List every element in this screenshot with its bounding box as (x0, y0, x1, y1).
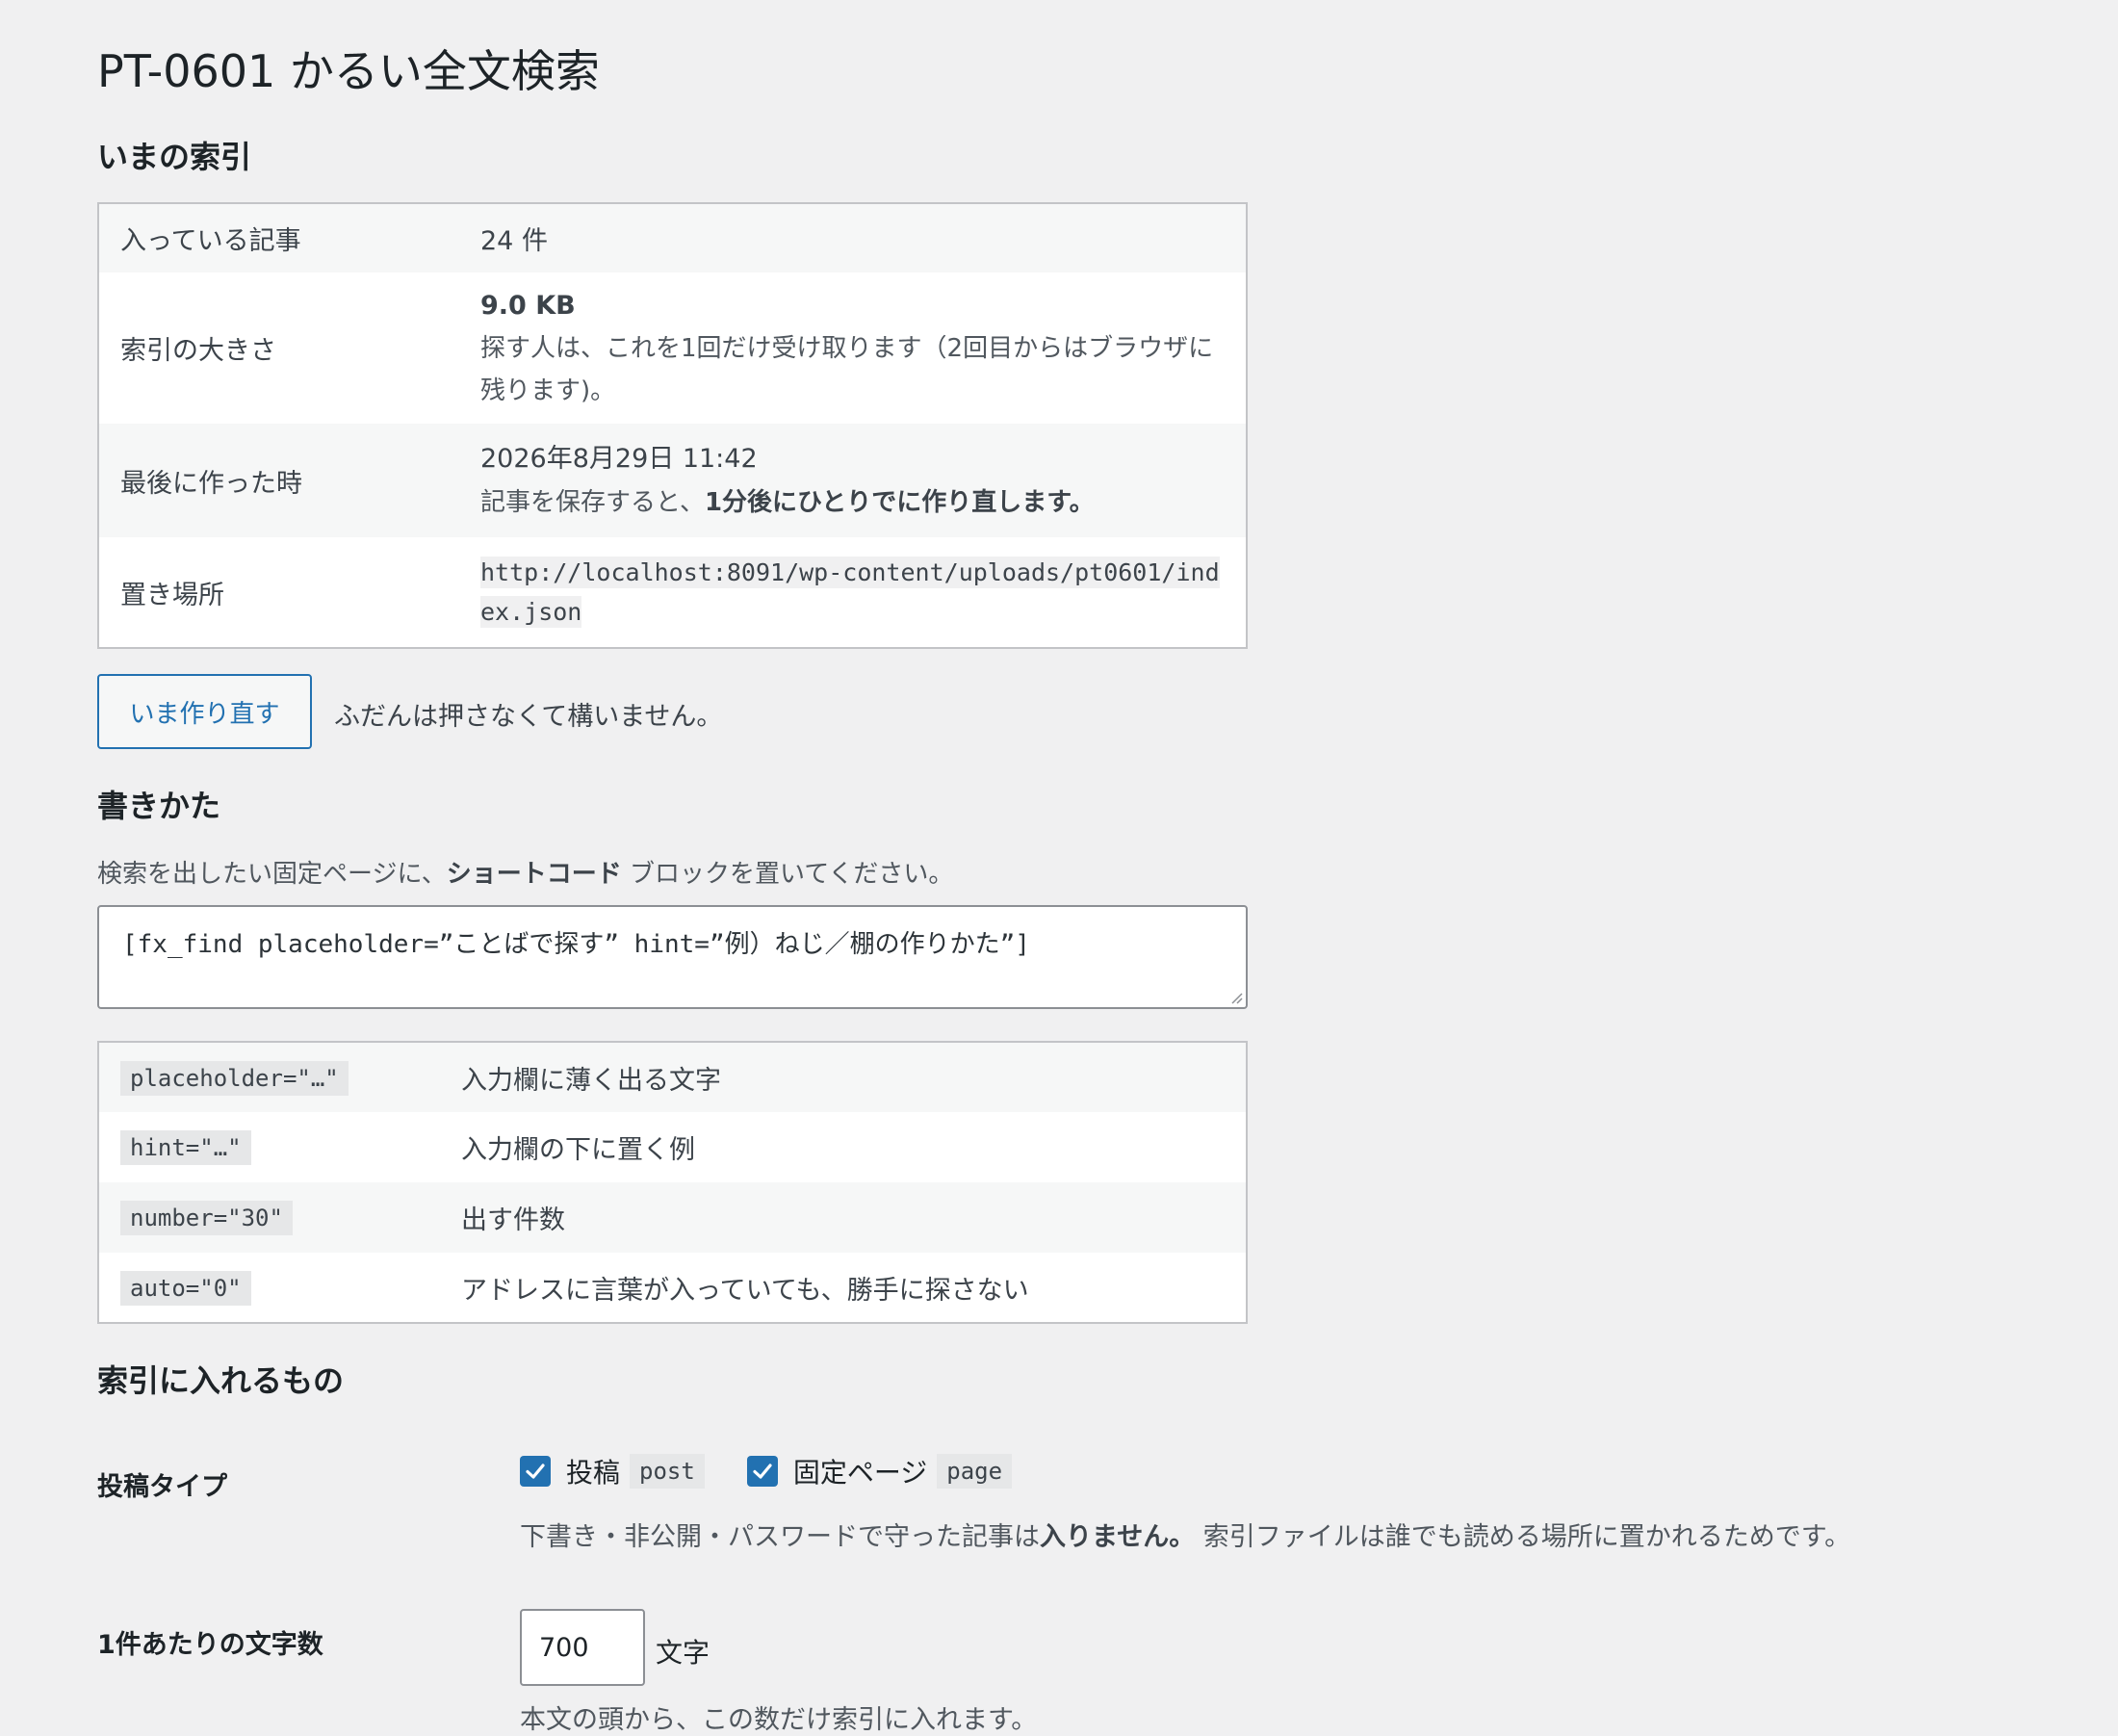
index-size-note: 探す人は、これを1回だけ受け取ります（2回目からはブラウザに残ります)。 (480, 333, 1214, 405)
index-size: 9.0 KB (480, 290, 576, 321)
param-code: number="30" (120, 1201, 293, 1235)
checkbox-post[interactable] (520, 1456, 551, 1487)
usage-heading: 書きかた (97, 788, 221, 824)
rebuild-schedule-note: 記事を保存すると、1分後にひとりでに作り直します。 (480, 488, 1095, 517)
param-desc: アドレスに言葉が入っていても、勝手に探さない (461, 1275, 1029, 1306)
param-desc: 入力欄に薄く出る文字 (440, 1042, 1247, 1112)
page-title: PT-0601 かるい全文検索 (97, 45, 600, 97)
post-types-options: 投稿 post 固定ページ page (520, 1452, 1013, 1490)
checkbox-page[interactable] (746, 1456, 778, 1487)
param-code: placeholder="…" (120, 1060, 349, 1096)
post-type-code: page (937, 1454, 1013, 1489)
chars-label: 1件あたりの文字数 (97, 1630, 323, 1660)
row-label-built: 最後に作った時 (98, 424, 459, 537)
index-file-url: http://localhost:8091/wp-content/uploads… (480, 557, 1220, 628)
post-type-label: 投稿 (566, 1457, 621, 1489)
post-type-code: post (630, 1454, 705, 1489)
param-desc: 入力欄の下に置く例 (461, 1135, 695, 1165)
resize-grip-icon[interactable] (1229, 991, 1243, 1004)
chars-per-item-input[interactable]: 700 (520, 1609, 645, 1686)
shortcode-params-table: placeholder="…" 入力欄に薄く出る文字 hint="…" 入力欄の… (97, 1041, 1248, 1324)
table-row: placeholder="…" 入力欄に薄く出る文字 (98, 1042, 1247, 1112)
table-row: 索引の大きさ 9.0 KB 探す人は、これを1回だけ受け取ります（2回目からはブ… (98, 272, 1247, 424)
content-heading: 索引に入れるもの (97, 1362, 345, 1399)
row-label-size: 索引の大きさ (120, 336, 276, 366)
rebuild-note: ふだんは押さなくて構いません。 (334, 702, 723, 732)
rebuild-now-button[interactable]: いま作り直す (97, 674, 312, 749)
index-status-table: 入っている記事 24 件 索引の大きさ 9.0 KB 探す人は、これを1回だけ受… (97, 202, 1248, 649)
table-row: number="30" 出す件数 (98, 1182, 1247, 1253)
table-row: 最後に作った時 2026年8月29日 11:42 記事を保存すると、1分後にひと… (98, 424, 1247, 537)
table-row: hint="…" 入力欄の下に置く例 (98, 1112, 1247, 1182)
row-label-location: 置き場所 (120, 580, 224, 610)
post-type-label: 固定ページ (792, 1457, 928, 1489)
chars-note: 本文の頭から、この数だけ索引に入れます。 (520, 1705, 1038, 1735)
table-row: 入っている記事 24 件 (98, 203, 1247, 272)
param-code: auto="0" (120, 1270, 251, 1306)
table-row: auto="0" アドレスに言葉が入っていても、勝手に探さない (98, 1253, 1247, 1323)
post-types-note: 下書き・非公開・パスワードで守った記事は入りません。 索引ファイルは誰でも読める… (520, 1522, 1851, 1552)
chars-unit: 文字 (656, 1637, 710, 1669)
shortcode-text: [fx_find placeholder=”ことばで探す” hint=”例）ねじ… (122, 930, 1030, 959)
post-types-label: 投稿タイプ (97, 1472, 227, 1502)
checkmark-icon (753, 1464, 772, 1479)
table-row: 置き場所 http://localhost:8091/wp-content/up… (98, 537, 1247, 648)
built-timestamp: 2026年8月29日 11:42 (480, 444, 758, 474)
usage-description: 検索を出したい固定ページに、ショートコード ブロックを置いてください。 (97, 860, 954, 889)
param-code: hint="…" (120, 1130, 251, 1165)
checkmark-icon (526, 1464, 545, 1479)
index-heading: いまの索引 (97, 139, 252, 175)
row-label-articles: 入っている記事 (98, 203, 459, 272)
shortcode-textarea[interactable]: [fx_find placeholder=”ことばで探す” hint=”例）ねじ… (97, 905, 1248, 1009)
param-desc: 出す件数 (440, 1182, 1247, 1253)
articles-count: 24 件 (459, 203, 1247, 272)
